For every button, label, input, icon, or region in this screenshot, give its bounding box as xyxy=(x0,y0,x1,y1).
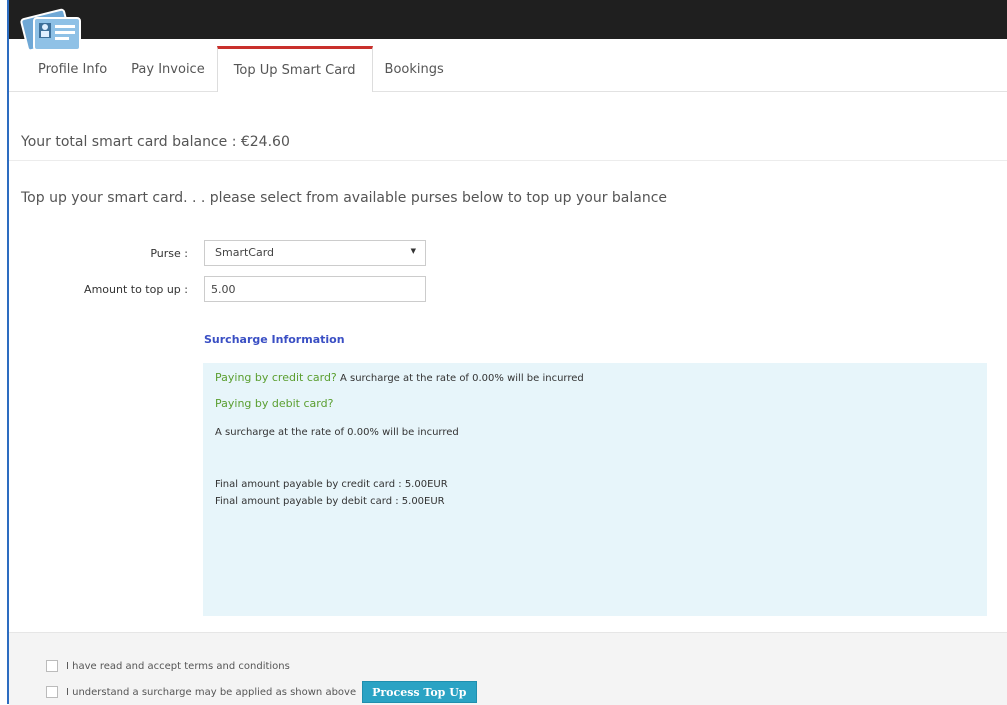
tab-top-up-smart-card[interactable]: Top Up Smart Card xyxy=(216,46,373,92)
credit-card-surcharge-line: Paying by credit card? A surcharge at th… xyxy=(215,371,584,384)
amount-input[interactable] xyxy=(204,276,426,302)
tab-bar: Profile Info Pay Invoice Top Up Smart Ca… xyxy=(26,46,456,92)
surcharge-ack-checkbox[interactable] xyxy=(46,686,58,698)
debit-card-question: Paying by debit card? xyxy=(215,397,334,410)
credit-card-question: Paying by credit card? xyxy=(215,371,337,384)
amount-label: Amount to top up : xyxy=(84,283,188,296)
top-bar xyxy=(9,0,1007,39)
balance-text: Your total smart card balance : €24.60 xyxy=(21,134,290,150)
surcharge-ack-label: I understand a surcharge may be applied … xyxy=(66,686,357,698)
balance-divider xyxy=(9,160,1007,161)
final-amount-debit: Final amount payable by debit card : 5.0… xyxy=(215,496,445,507)
purse-select-value: SmartCard xyxy=(215,246,275,259)
process-top-up-button[interactable]: Process Top Up xyxy=(362,681,477,703)
purse-select[interactable]: SmartCard ▼ xyxy=(204,240,426,266)
left-border xyxy=(7,0,9,704)
terms-label: I have read and accept terms and conditi… xyxy=(66,660,290,672)
purse-label: Purse : xyxy=(150,247,188,260)
terms-checkbox[interactable] xyxy=(46,660,58,672)
instruction-text: Top up your smart card. . . please selec… xyxy=(21,190,668,206)
tab-pay-invoice[interactable]: Pay Invoice xyxy=(119,46,217,92)
terms-row: I have read and accept terms and conditi… xyxy=(46,660,290,672)
chevron-down-icon: ▼ xyxy=(410,247,416,255)
footer-actions: I have read and accept terms and conditi… xyxy=(9,632,1007,705)
debit-card-surcharge-text: A surcharge at the rate of 0.00% will be… xyxy=(215,427,459,438)
tab-bookings[interactable]: Bookings xyxy=(373,46,456,92)
surcharge-ack-row: I understand a surcharge may be applied … xyxy=(46,681,477,703)
page: Profile Info Pay Invoice Top Up Smart Ca… xyxy=(0,0,1007,705)
id-card-icon xyxy=(18,4,90,56)
surcharge-heading: Surcharge Information xyxy=(204,333,345,346)
final-amount-credit: Final amount payable by credit card : 5.… xyxy=(215,479,448,490)
surcharge-panel: Paying by credit card? A surcharge at th… xyxy=(203,363,987,616)
credit-card-surcharge-text: A surcharge at the rate of 0.00% will be… xyxy=(339,373,584,384)
